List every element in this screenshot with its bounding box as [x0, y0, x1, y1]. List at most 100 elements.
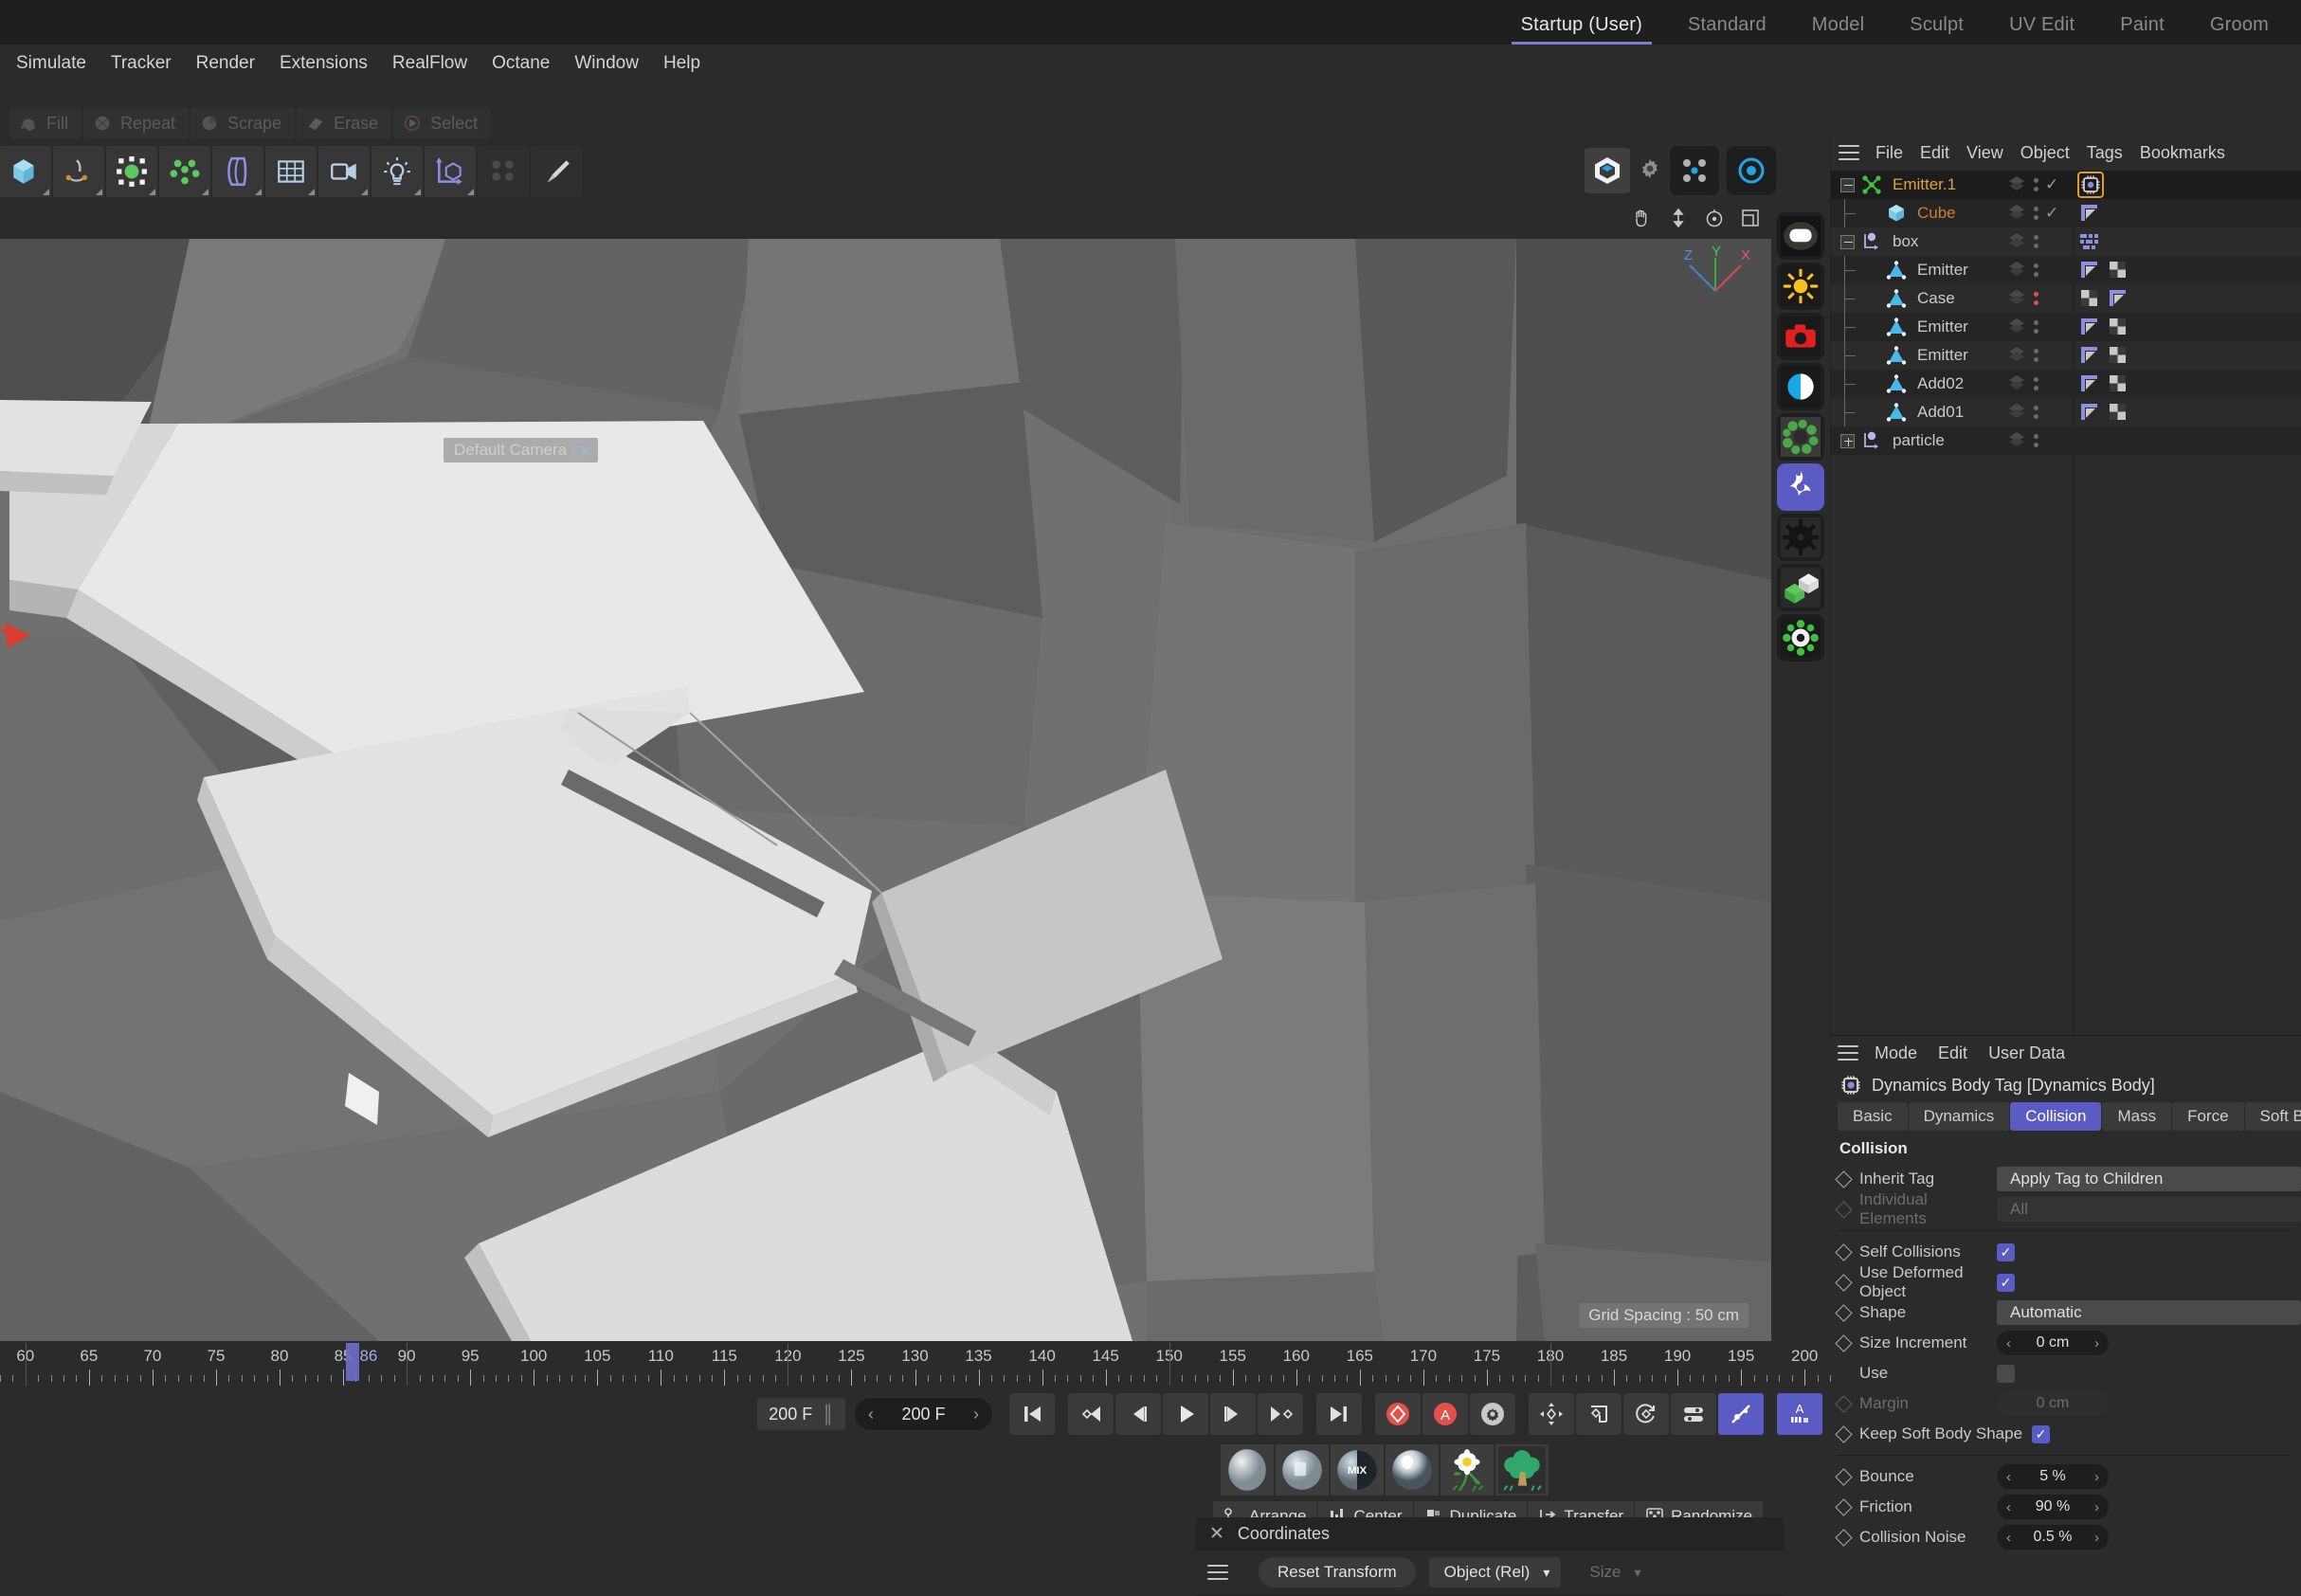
phong-tag-icon[interactable]: [2108, 288, 2129, 309]
menu-realflow[interactable]: RealFlow: [380, 49, 480, 78]
material-mix[interactable]: MIX: [1331, 1444, 1384, 1496]
light-area-icon[interactable]: [1777, 212, 1824, 260]
object-name[interactable]: Emitter: [1917, 317, 1968, 336]
layer-swatch-icon[interactable]: [2006, 258, 2027, 283]
visibility-dots-icon[interactable]: [2034, 235, 2038, 248]
contrast-circle-icon[interactable]: [1777, 363, 1824, 410]
sculpt-fill-button[interactable]: Fill: [9, 107, 82, 139]
attribute-number-field[interactable]: ‹ 90 % ›: [1997, 1495, 2109, 1519]
sun-light-icon[interactable]: [1777, 263, 1824, 310]
object-row[interactable]: Case: [1831, 284, 2301, 313]
material-glossy-sphere[interactable]: [1276, 1444, 1329, 1496]
gear-dark-icon[interactable]: [1777, 514, 1824, 561]
object-row[interactable]: Emitter: [1831, 313, 2301, 341]
timeline-playhead[interactable]: [345, 1343, 359, 1381]
attribute-tab-dynamics[interactable]: Dynamics: [1908, 1102, 2010, 1131]
layer-swatch-icon[interactable]: [2006, 400, 2027, 426]
layer-swatch-icon[interactable]: [2006, 201, 2027, 227]
dynamics-body-tag-icon[interactable]: [2077, 172, 2104, 198]
collapse-minus-icon[interactable]: [1839, 177, 1855, 192]
object-manager-menu-bookmarks[interactable]: Bookmarks: [2131, 140, 2234, 166]
sculpt-scrape-button[interactable]: Scrape: [190, 107, 296, 139]
deformer-icon[interactable]: [212, 146, 263, 197]
object-manager-menu-object[interactable]: Object: [2012, 140, 2078, 166]
keyframe-diamond-icon[interactable]: [1835, 1394, 1853, 1413]
attribute-checkbox[interactable]: ✓: [1997, 1242, 2015, 1261]
object-row[interactable]: Emitter: [1831, 256, 2301, 284]
phong-tag-icon[interactable]: [2079, 345, 2100, 366]
visibility-dots-icon[interactable]: [2034, 178, 2038, 191]
array-modeling-icon[interactable]: [159, 146, 210, 197]
object-manager-hamburger-icon[interactable]: [1839, 145, 1859, 160]
object-row[interactable]: Cube ✓: [1831, 199, 2301, 227]
layout-tab-groom[interactable]: Groom: [2187, 10, 2292, 45]
prev-key-button[interactable]: [1068, 1393, 1114, 1435]
layout-tab-startup-user[interactable]: Startup (User): [1498, 10, 1665, 45]
scale-key-button[interactable]: [1576, 1393, 1622, 1435]
attribute-dropdown[interactable]: Automatic: [1997, 1300, 2301, 1325]
attribute-number-field[interactable]: ‹ 0 cm ›: [1997, 1331, 2109, 1355]
attribute-number-field[interactable]: ‹ 0.5 % ›: [1997, 1525, 2109, 1550]
visibility-dots-icon[interactable]: [2034, 292, 2038, 305]
object-name[interactable]: Add01: [1917, 403, 1964, 422]
visibility-dots-icon[interactable]: [2034, 349, 2038, 362]
end-frame-spinner[interactable]: ‹ 200 F ›: [855, 1398, 992, 1430]
gear-settings-icon[interactable]: [1638, 156, 1662, 186]
object-name[interactable]: particle: [1893, 431, 1945, 450]
next-frame-button[interactable]: [1210, 1393, 1256, 1435]
object-name[interactable]: Case: [1917, 289, 1955, 308]
green-gear-icon[interactable]: [1777, 614, 1824, 662]
mograph-icon[interactable]: [478, 146, 529, 197]
phong-tag-icon[interactable]: [2079, 373, 2100, 394]
attribute-number-field[interactable]: ‹ 5 % ›: [1997, 1464, 2109, 1489]
spline-pen-icon[interactable]: [53, 146, 104, 197]
object-row[interactable]: particle: [1831, 426, 2301, 455]
material-tag-icon[interactable]: [2079, 288, 2100, 309]
coordinates-hamburger-icon[interactable]: [1207, 1565, 1228, 1580]
floor-environment-icon[interactable]: [265, 146, 317, 197]
scatter-foliage-icon[interactable]: [1777, 413, 1824, 461]
viewport-panel[interactable]: Default Camera Grid Spacing : 50 cm Z Y …: [0, 201, 1771, 1341]
layer-swatch-icon[interactable]: [2006, 172, 2027, 198]
layer-swatch-icon[interactable]: [2006, 229, 2027, 255]
object-row[interactable]: Add01: [1831, 398, 2301, 426]
layout-tab-uv-edit[interactable]: UV Edit: [1986, 10, 2097, 45]
coordinate-size-select[interactable]: Size ▾: [1574, 1557, 1652, 1587]
octane-render-icon[interactable]: [1585, 148, 1630, 193]
position-key-button[interactable]: [1529, 1393, 1574, 1435]
attribute-tab-mass[interactable]: Mass: [2102, 1102, 2172, 1131]
move-updown-icon[interactable]: [1667, 207, 1690, 234]
layer-swatch-icon[interactable]: [2006, 372, 2027, 397]
camera-red-icon[interactable]: [1777, 313, 1824, 360]
hand-pan-icon[interactable]: [1631, 207, 1654, 234]
layout-tab-sculpt[interactable]: Sculpt: [1887, 10, 1986, 45]
object-manager-menu-view[interactable]: View: [1958, 140, 2012, 166]
attribute-menu-mode[interactable]: Mode: [1864, 1041, 1928, 1066]
rotate-icon[interactable]: [1703, 207, 1726, 234]
menu-octane[interactable]: Octane: [480, 49, 562, 78]
material-tag-icon[interactable]: [2108, 317, 2129, 337]
material-tag-icon[interactable]: [2108, 373, 2129, 394]
layout-tab-standard[interactable]: Standard: [1665, 10, 1789, 45]
layout-tab-model[interactable]: Model: [1789, 10, 1887, 45]
object-name[interactable]: Emitter.1: [1893, 175, 1956, 194]
visibility-dots-icon[interactable]: [2034, 377, 2038, 390]
keyframe-diamond-icon[interactable]: [1835, 1424, 1853, 1443]
object-name[interactable]: Emitter: [1917, 346, 1968, 365]
object-manager-menu-tags[interactable]: Tags: [2078, 140, 2131, 166]
keyframe-diamond-icon[interactable]: [1835, 1273, 1853, 1292]
keyframe-diamond-icon[interactable]: [1835, 1200, 1853, 1219]
object-row[interactable]: Emitter.1 ✓: [1831, 171, 2301, 199]
layer-swatch-icon[interactable]: [2006, 315, 2027, 340]
points-mode-icon[interactable]: [1670, 146, 1719, 195]
layer-swatch-icon[interactable]: [2006, 286, 2027, 312]
phong-tag-icon[interactable]: [2079, 260, 2100, 281]
object-row[interactable]: box: [1831, 227, 2301, 256]
menu-render[interactable]: Render: [184, 49, 267, 78]
record-keyframe-button[interactable]: [1375, 1393, 1421, 1435]
autokey-button[interactable]: A: [1422, 1393, 1468, 1435]
material-tree[interactable]: [1495, 1444, 1549, 1496]
keyframe-diamond-icon[interactable]: [1835, 1497, 1853, 1516]
visibility-dots-icon[interactable]: [2034, 434, 2038, 447]
material-shiny-sphere[interactable]: [1386, 1444, 1439, 1496]
